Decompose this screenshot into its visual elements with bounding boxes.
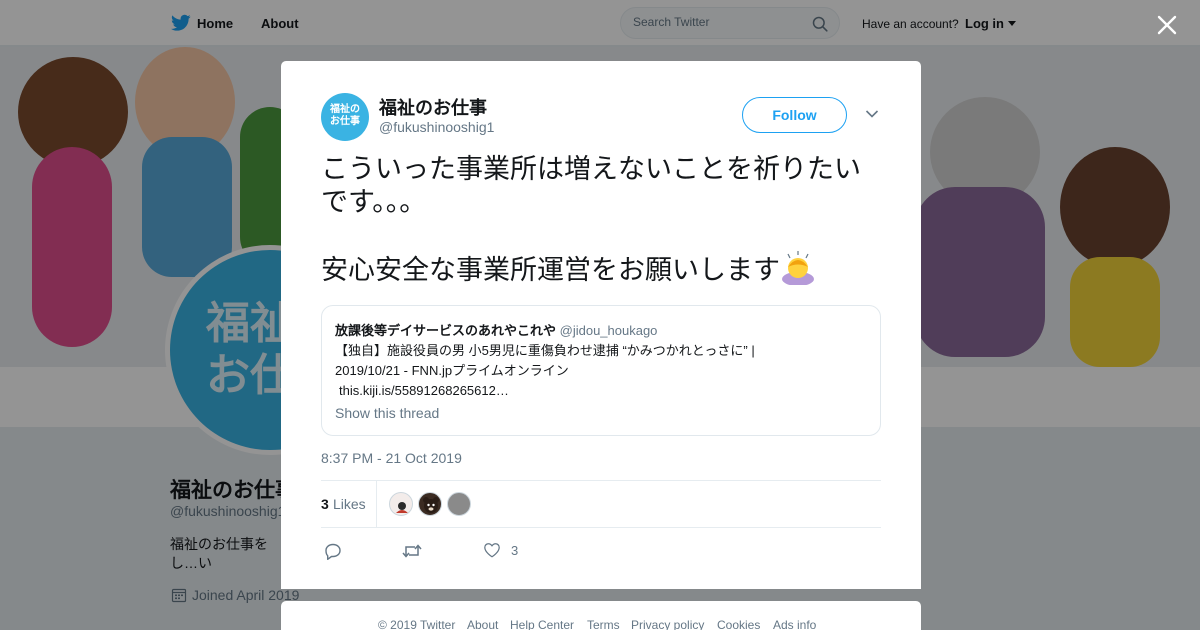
quoted-author-name: 放課後等デイサービスのあれやこれや <box>335 323 557 338</box>
heart-icon <box>484 543 500 558</box>
footer-terms-link[interactable]: Terms <box>587 618 620 630</box>
quoted-author-handle: @jidou_houkago <box>559 323 658 338</box>
footer: © 2019 Twitter About Help Center Terms P… <box>281 601 921 630</box>
quoted-tweet-header[interactable]: 放課後等デイサービスのあれやこれや @jidou_houkago <box>335 320 657 339</box>
quoted-link[interactable]: this.kiji.is/55891268265612… <box>335 381 865 401</box>
footer-help-link[interactable]: Help Center <box>510 618 574 630</box>
footer-privacy-link[interactable]: Privacy policy <box>631 618 704 630</box>
liker-avatar[interactable] <box>418 492 442 516</box>
footer-cookies-link[interactable]: Cookies <box>717 618 760 630</box>
footer-ads-link[interactable]: Ads info <box>773 618 816 630</box>
tweet-modal: 福祉の お仕事 福祉のお仕事 @fukushinooshig1 Follow こ… <box>281 61 921 589</box>
follow-button[interactable]: Follow <box>742 97 847 133</box>
quoted-tweet-body: 【独自】施設役員の男 小5男児に重傷負わせ逮捕 “かみつかれとっさに” | 20… <box>335 341 865 401</box>
chevron-down-icon[interactable] <box>865 109 879 119</box>
quoted-text-line1: 【独自】施設役員の男 小5男児に重傷負わせ逮捕 “かみつかれとっさに” | <box>335 343 755 358</box>
quoted-tweet[interactable]: 放課後等デイサービスのあれやこれや @jidou_houkago 【独自】施設役… <box>321 305 881 436</box>
tweet-author-avatar[interactable]: 福祉の お仕事 <box>321 93 369 141</box>
avatar-text-line1: 福祉の <box>330 104 360 115</box>
like-action-count: 3 <box>511 543 519 558</box>
likes-label[interactable]: Likes <box>333 496 366 512</box>
tweet-text-paragraph2: 安心安全な事業所運営をお願いします <box>321 251 881 287</box>
tweet-timestamp[interactable]: 8:37 PM - 21 Oct 2019 <box>321 450 462 466</box>
tweet-stats: 3 Likes <box>321 480 881 528</box>
footer-copyright: © 2019 Twitter <box>378 618 456 630</box>
likes-count[interactable]: 3 <box>321 496 329 512</box>
tweet-author-name[interactable]: 福祉のお仕事 <box>379 94 487 120</box>
retweet-icon[interactable] <box>401 541 423 561</box>
stats-divider <box>376 481 377 527</box>
tweet-text-line1: こういった事業所は増えないことを祈りたいです。。。 <box>321 154 861 217</box>
reply-icon[interactable] <box>323 541 343 561</box>
woman-bowing-emoji-icon <box>782 251 814 285</box>
tweet-text-line2: 安心安全な事業所運営をお願いします <box>321 255 780 285</box>
tweet-text: こういった事業所は増えないことを祈りたいです。。。 安心安全な事業所運営をお願い… <box>321 153 881 287</box>
tweet-author-handle[interactable]: @fukushinooshig1 <box>379 119 494 135</box>
avatar-text-line2: お仕事 <box>330 116 360 127</box>
close-icon[interactable] <box>1156 14 1178 36</box>
show-thread-link[interactable]: Show this thread <box>335 405 439 421</box>
liker-avatar[interactable] <box>447 492 471 516</box>
like-button[interactable]: 3 <box>483 541 527 561</box>
quoted-text-line2: 2019/10/21 - FNN.jpプライムオンライン <box>335 363 569 378</box>
liker-avatar[interactable] <box>389 492 413 516</box>
footer-about-link[interactable]: About <box>467 618 498 630</box>
